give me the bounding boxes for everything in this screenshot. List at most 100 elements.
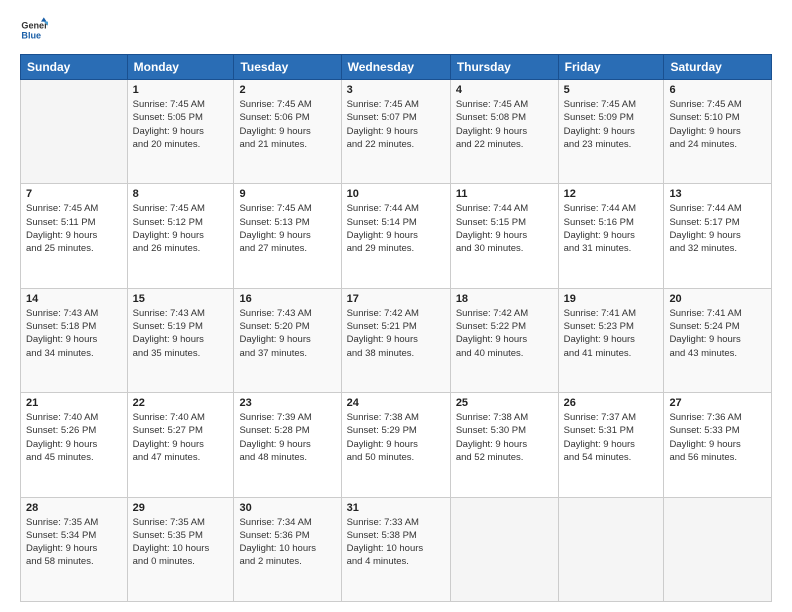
day-number: 15 bbox=[133, 293, 229, 305]
day-number: 24 bbox=[347, 397, 445, 409]
calendar-cell: 6Sunrise: 7:45 AM Sunset: 5:10 PM Daylig… bbox=[664, 80, 772, 184]
day-detail: Sunrise: 7:45 AM Sunset: 5:06 PM Dayligh… bbox=[239, 98, 335, 151]
day-number: 7 bbox=[26, 188, 122, 200]
day-number: 26 bbox=[564, 397, 659, 409]
calendar-cell: 7 Sunrise: 7:45 AM Sunset: 5:11 PM Daylig… bbox=[21, 184, 128, 288]
calendar-cell: 27 Sunrise: 7:36 AM Sunset: 5:33 PM Dayli… bbox=[664, 393, 772, 497]
weekday-header-wednesday: Wednesday bbox=[341, 55, 450, 80]
calendar-cell: 3Sunrise: 7:45 AM Sunset: 5:07 PM Daylig… bbox=[341, 80, 450, 184]
weekday-header-sunday: Sunday bbox=[21, 55, 128, 80]
day-detail: Sunrise: 7:45 AM Sunset: 5:05 PM Dayligh… bbox=[133, 98, 229, 151]
day-number: 29 bbox=[133, 502, 229, 514]
weekday-header-thursday: Thursday bbox=[450, 55, 558, 80]
calendar-cell: 18 Sunrise: 7:42 AM Sunset: 5:22 PM Dayli… bbox=[450, 288, 558, 392]
day-detail: Sunrise: 7:33 AM Sunset: 5:38 PM Dayligh… bbox=[347, 516, 445, 569]
day-detail: Sunrise: 7:43 AM Sunset: 5:18 PM Dayligh… bbox=[26, 307, 122, 360]
calendar-cell bbox=[664, 497, 772, 601]
day-number: 21 bbox=[26, 397, 122, 409]
svg-text:Blue: Blue bbox=[21, 30, 41, 40]
day-number: 18 bbox=[456, 293, 553, 305]
calendar-cell: 12 Sunrise: 7:44 AM Sunset: 5:16 PM Dayli… bbox=[558, 184, 664, 288]
calendar-cell: 31Sunrise: 7:33 AM Sunset: 5:38 PM Dayli… bbox=[341, 497, 450, 601]
day-detail: Sunrise: 7:45 AM Sunset: 5:11 PM Dayligh… bbox=[26, 202, 122, 255]
day-number: 14 bbox=[26, 293, 122, 305]
logo-icon: General Blue bbox=[20, 16, 48, 44]
day-number: 30 bbox=[239, 502, 335, 514]
day-detail: Sunrise: 7:34 AM Sunset: 5:36 PM Dayligh… bbox=[239, 516, 335, 569]
calendar-cell: 22 Sunrise: 7:40 AM Sunset: 5:27 PM Dayli… bbox=[127, 393, 234, 497]
weekday-header-tuesday: Tuesday bbox=[234, 55, 341, 80]
day-detail: Sunrise: 7:40 AM Sunset: 5:27 PM Dayligh… bbox=[133, 411, 229, 464]
day-number: 28 bbox=[26, 502, 122, 514]
day-number: 25 bbox=[456, 397, 553, 409]
calendar-cell: 17 Sunrise: 7:42 AM Sunset: 5:21 PM Dayli… bbox=[341, 288, 450, 392]
day-number: 1 bbox=[133, 84, 229, 96]
day-detail: Sunrise: 7:45 AM Sunset: 5:10 PM Dayligh… bbox=[669, 98, 766, 151]
day-detail: Sunrise: 7:36 AM Sunset: 5:33 PM Dayligh… bbox=[669, 411, 766, 464]
weekday-header-saturday: Saturday bbox=[664, 55, 772, 80]
day-detail: Sunrise: 7:45 AM Sunset: 5:12 PM Dayligh… bbox=[133, 202, 229, 255]
calendar-cell: 2 Sunrise: 7:45 AM Sunset: 5:06 PM Daylig… bbox=[234, 80, 341, 184]
calendar-cell: 28 Sunrise: 7:35 AM Sunset: 5:34 PM Dayli… bbox=[21, 497, 128, 601]
day-number: 27 bbox=[669, 397, 766, 409]
day-number: 16 bbox=[239, 293, 335, 305]
calendar-cell: 14 Sunrise: 7:43 AM Sunset: 5:18 PM Dayli… bbox=[21, 288, 128, 392]
day-detail: Sunrise: 7:42 AM Sunset: 5:21 PM Dayligh… bbox=[347, 307, 445, 360]
logo: General Blue bbox=[20, 16, 52, 44]
calendar-table: SundayMondayTuesdayWednesdayThursdayFrid… bbox=[20, 54, 772, 602]
calendar-cell: 20 Sunrise: 7:41 AM Sunset: 5:24 PM Dayli… bbox=[664, 288, 772, 392]
day-number: 5 bbox=[564, 84, 659, 96]
calendar-cell: 25 Sunrise: 7:38 AM Sunset: 5:30 PM Dayli… bbox=[450, 393, 558, 497]
calendar-cell: 21 Sunrise: 7:40 AM Sunset: 5:26 PM Dayli… bbox=[21, 393, 128, 497]
calendar-cell: 26 Sunrise: 7:37 AM Sunset: 5:31 PM Dayli… bbox=[558, 393, 664, 497]
calendar-cell: 11Sunrise: 7:44 AM Sunset: 5:15 PM Dayli… bbox=[450, 184, 558, 288]
calendar-cell: 23 Sunrise: 7:39 AM Sunset: 5:28 PM Dayli… bbox=[234, 393, 341, 497]
calendar-cell bbox=[21, 80, 128, 184]
day-detail: Sunrise: 7:44 AM Sunset: 5:16 PM Dayligh… bbox=[564, 202, 659, 255]
calendar-header: SundayMondayTuesdayWednesdayThursdayFrid… bbox=[21, 55, 772, 80]
weekday-header-monday: Monday bbox=[127, 55, 234, 80]
day-detail: Sunrise: 7:41 AM Sunset: 5:23 PM Dayligh… bbox=[564, 307, 659, 360]
day-number: 20 bbox=[669, 293, 766, 305]
day-detail: Sunrise: 7:39 AM Sunset: 5:28 PM Dayligh… bbox=[239, 411, 335, 464]
day-number: 22 bbox=[133, 397, 229, 409]
day-number: 12 bbox=[564, 188, 659, 200]
calendar-cell: 4 Sunrise: 7:45 AM Sunset: 5:08 PM Daylig… bbox=[450, 80, 558, 184]
day-detail: Sunrise: 7:45 AM Sunset: 5:08 PM Dayligh… bbox=[456, 98, 553, 151]
day-number: 4 bbox=[456, 84, 553, 96]
day-detail: Sunrise: 7:45 AM Sunset: 5:09 PM Dayligh… bbox=[564, 98, 659, 151]
svg-text:General: General bbox=[21, 21, 48, 31]
day-detail: Sunrise: 7:38 AM Sunset: 5:29 PM Dayligh… bbox=[347, 411, 445, 464]
calendar-cell: 30 Sunrise: 7:34 AM Sunset: 5:36 PM Dayli… bbox=[234, 497, 341, 601]
day-detail: Sunrise: 7:40 AM Sunset: 5:26 PM Dayligh… bbox=[26, 411, 122, 464]
page-header: General Blue bbox=[20, 16, 772, 44]
calendar-cell: 24 Sunrise: 7:38 AM Sunset: 5:29 PM Dayli… bbox=[341, 393, 450, 497]
day-detail: Sunrise: 7:42 AM Sunset: 5:22 PM Dayligh… bbox=[456, 307, 553, 360]
day-number: 19 bbox=[564, 293, 659, 305]
calendar-cell: 13 Sunrise: 7:44 AM Sunset: 5:17 PM Dayli… bbox=[664, 184, 772, 288]
day-number: 13 bbox=[669, 188, 766, 200]
day-number: 8 bbox=[133, 188, 229, 200]
calendar-cell: 16Sunrise: 7:43 AM Sunset: 5:20 PM Dayli… bbox=[234, 288, 341, 392]
day-detail: Sunrise: 7:37 AM Sunset: 5:31 PM Dayligh… bbox=[564, 411, 659, 464]
day-number: 9 bbox=[239, 188, 335, 200]
day-number: 17 bbox=[347, 293, 445, 305]
day-detail: Sunrise: 7:45 AM Sunset: 5:07 PM Dayligh… bbox=[347, 98, 445, 151]
day-number: 10 bbox=[347, 188, 445, 200]
day-detail: Sunrise: 7:44 AM Sunset: 5:14 PM Dayligh… bbox=[347, 202, 445, 255]
day-detail: Sunrise: 7:38 AM Sunset: 5:30 PM Dayligh… bbox=[456, 411, 553, 464]
day-detail: Sunrise: 7:44 AM Sunset: 5:17 PM Dayligh… bbox=[669, 202, 766, 255]
calendar-cell bbox=[558, 497, 664, 601]
calendar-cell: 15 Sunrise: 7:43 AM Sunset: 5:19 PM Dayli… bbox=[127, 288, 234, 392]
day-number: 11 bbox=[456, 188, 553, 200]
calendar-cell: 19 Sunrise: 7:41 AM Sunset: 5:23 PM Dayli… bbox=[558, 288, 664, 392]
day-detail: Sunrise: 7:41 AM Sunset: 5:24 PM Dayligh… bbox=[669, 307, 766, 360]
day-number: 2 bbox=[239, 84, 335, 96]
calendar-cell: 29Sunrise: 7:35 AM Sunset: 5:35 PM Dayli… bbox=[127, 497, 234, 601]
calendar-cell: 8 Sunrise: 7:45 AM Sunset: 5:12 PM Daylig… bbox=[127, 184, 234, 288]
calendar-cell: 5 Sunrise: 7:45 AM Sunset: 5:09 PM Daylig… bbox=[558, 80, 664, 184]
day-detail: Sunrise: 7:35 AM Sunset: 5:34 PM Dayligh… bbox=[26, 516, 122, 569]
day-number: 23 bbox=[239, 397, 335, 409]
calendar-cell: 10 Sunrise: 7:44 AM Sunset: 5:14 PM Dayli… bbox=[341, 184, 450, 288]
day-detail: Sunrise: 7:43 AM Sunset: 5:19 PM Dayligh… bbox=[133, 307, 229, 360]
